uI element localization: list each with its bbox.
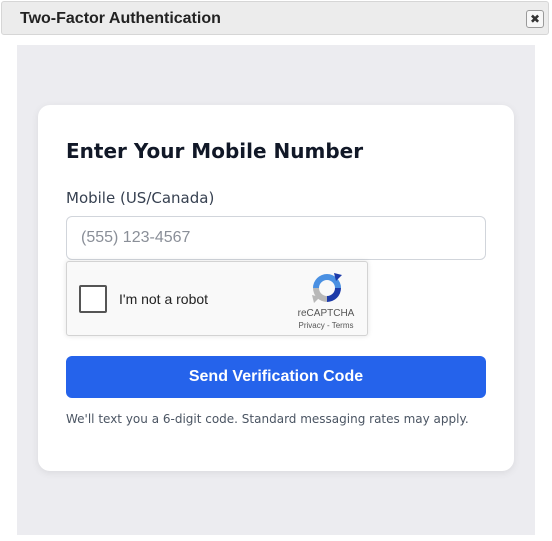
mobile-number-card: Enter Your Mobile Number Mobile (US/Cana…	[38, 105, 514, 471]
recaptcha-label: I'm not a robot	[119, 291, 209, 307]
recaptcha-logo-icon	[312, 273, 342, 303]
recaptcha-terms-link[interactable]: Terms	[332, 321, 354, 330]
recaptcha-widget: I'm not a robot reCAPTCHA Privacy - Term…	[66, 261, 368, 336]
page-title: Enter Your Mobile Number	[66, 139, 364, 163]
help-text: We'll text you a 6-digit code. Standard …	[66, 412, 469, 426]
mobile-field-label: Mobile (US/Canada)	[66, 189, 215, 207]
close-button[interactable]: ✖	[526, 10, 544, 28]
send-verification-code-button[interactable]: Send Verification Code	[66, 356, 486, 398]
recaptcha-links-separator: -	[324, 321, 332, 330]
recaptcha-links: Privacy - Terms	[289, 321, 363, 330]
recaptcha-brand: reCAPTCHA	[297, 308, 355, 319]
window-title: Two-Factor Authentication	[20, 10, 221, 27]
window-titlebar: Two-Factor Authentication ✖	[1, 1, 549, 35]
recaptcha-privacy-link[interactable]: Privacy	[299, 321, 325, 330]
close-icon: ✖	[529, 12, 541, 26]
recaptcha-checkbox[interactable]	[79, 285, 107, 313]
mobile-number-input[interactable]	[66, 216, 486, 260]
